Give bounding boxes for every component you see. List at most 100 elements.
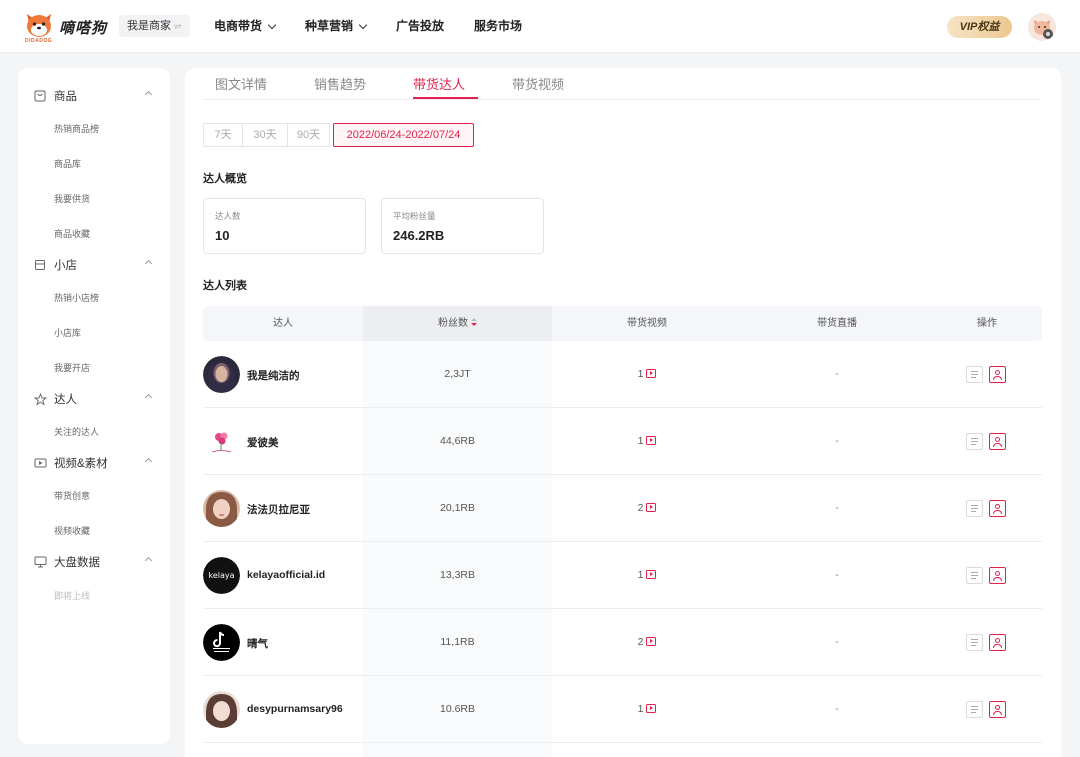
influencer-name[interactable]: desypurnamsary96	[247, 703, 343, 715]
fans-count: 20,1RB	[439, 502, 476, 514]
follow-user-icon[interactable]	[989, 634, 1006, 651]
chevron-down-icon	[358, 20, 368, 29]
video-count[interactable]: 1	[552, 569, 742, 581]
chevron-up-icon	[144, 393, 153, 402]
brand-subtitle: DIDADOG	[25, 38, 53, 44]
play-icon	[646, 368, 657, 378]
sidebar-group-market-data[interactable]: 大盘数据	[33, 552, 163, 572]
table-row[interactable]: desypurnamsary96 10.6RB 1 -	[203, 676, 1042, 743]
live-count: -	[835, 636, 839, 648]
detail-icon[interactable]	[966, 366, 983, 383]
row-actions	[966, 366, 1006, 383]
nav-item-ads[interactable]: 广告投放	[396, 0, 444, 53]
row-actions	[966, 500, 1006, 517]
row-actions	[966, 634, 1006, 651]
column-header-live: 带货直播	[817, 318, 857, 329]
dog-logo-icon[interactable]	[24, 10, 54, 40]
detail-icon[interactable]	[966, 634, 983, 651]
influencer-name[interactable]: 爱彼美	[247, 435, 279, 450]
sidebar-group-shop[interactable]: 小店	[33, 255, 163, 275]
video-count[interactable]: 1	[552, 703, 742, 715]
sidebar-item-supply[interactable]: 我要供货	[54, 192, 90, 205]
follow-user-icon[interactable]	[989, 567, 1006, 584]
influencer-name[interactable]: 法法贝拉尼亚	[247, 502, 310, 517]
avatar[interactable]: kelaya	[203, 557, 240, 594]
follow-user-icon[interactable]	[989, 500, 1006, 517]
avatar[interactable]	[203, 356, 240, 393]
role-label: 我是商家	[127, 20, 171, 32]
stat-value: 10	[215, 228, 230, 243]
play-icon	[646, 703, 657, 713]
sidebar-group-influencer[interactable]: 达人	[33, 389, 163, 409]
detail-icon[interactable]	[966, 433, 983, 450]
follow-user-icon[interactable]	[989, 366, 1006, 383]
range-90d-button[interactable]: 90天	[287, 123, 330, 147]
table-row[interactable]: 我是纯洁的 2,3JT 1 -	[203, 341, 1042, 408]
sidebar-item-product-favorites[interactable]: 商品收藏	[54, 227, 90, 240]
live-count: -	[835, 703, 839, 715]
table-body: 我是纯洁的 2,3JT 1 - 爱彼美 44,6RB 1 - 法法贝拉尼亚 20…	[203, 341, 1042, 757]
table-row[interactable]: 法法贝拉尼亚 20,1RB 2 -	[203, 475, 1042, 542]
active-tab-indicator	[413, 97, 478, 99]
avatar[interactable]	[203, 691, 240, 728]
tab-sales-trend[interactable]: 销售趋势	[314, 74, 366, 93]
range-7d-button[interactable]: 7天	[203, 123, 243, 147]
play-icon	[646, 502, 657, 512]
nav-item-ecommerce[interactable]: 电商带货	[214, 0, 277, 53]
sidebar-item-product-library[interactable]: 商品库	[54, 157, 81, 170]
influencer-name[interactable]: 晴气	[247, 636, 268, 651]
detail-icon[interactable]	[966, 500, 983, 517]
stat-label: 平均粉丝量	[393, 211, 436, 221]
detail-icon[interactable]	[966, 701, 983, 718]
nav-item-service-market[interactable]: 服务市场	[474, 0, 522, 53]
video-count[interactable]: 1	[552, 435, 742, 447]
sort-icon[interactable]	[471, 317, 477, 327]
sidebar-item-followed-influencers[interactable]: 关注的达人	[54, 425, 99, 438]
custom-date-range-button[interactable]: 2022/06/24-2022/07/24	[333, 123, 474, 147]
sidebar-item-open-shop[interactable]: 我要开店	[54, 361, 90, 374]
sidebar-item-creatives[interactable]: 带货创意	[54, 489, 90, 502]
live-count: -	[835, 502, 839, 514]
follow-user-icon[interactable]	[989, 433, 1006, 450]
user-avatar[interactable]	[1028, 13, 1056, 41]
stat-value: 246.2RB	[393, 228, 445, 243]
sidebar-item-video-favorites[interactable]: 视频收藏	[54, 524, 90, 537]
chevron-up-icon	[144, 90, 153, 99]
detail-icon[interactable]	[966, 567, 983, 584]
video-count[interactable]: 2	[552, 502, 742, 514]
table-header: 达人 粉丝数 带货视频 带货直播 操作	[203, 306, 1042, 341]
sidebar-item-hot-shops[interactable]: 热销小店榜	[54, 291, 99, 304]
role-switch-button[interactable]: 我是商家 ⇌	[119, 15, 190, 37]
avatar[interactable]	[203, 490, 240, 527]
tab-videos[interactable]: 带货视频	[512, 74, 564, 93]
sidebar-group-video[interactable]: 视频&素材	[33, 453, 163, 473]
video-count[interactable]: 1	[552, 368, 742, 380]
brand-name[interactable]: 嘀嗒狗	[59, 17, 107, 38]
main-panel: 图文详情 销售趋势 带货达人 带货视频 7天 30天 90天 2022/06/2…	[185, 68, 1061, 757]
play-icon	[646, 636, 657, 646]
range-30d-button[interactable]: 30天	[242, 123, 288, 147]
stat-label: 达人数	[215, 211, 241, 221]
follow-user-icon[interactable]	[989, 701, 1006, 718]
sidebar-item-hot-products[interactable]: 热销商品榜	[54, 122, 99, 135]
top-bar: 嘀嗒狗 DIDADOG 我是商家 ⇌ 电商带货 种草营销 广告投放 服务市场 VI…	[0, 0, 1080, 53]
column-header-fans[interactable]: 粉丝数	[363, 306, 552, 341]
influencer-name[interactable]: 我是纯洁的	[247, 368, 300, 383]
avatar[interactable]	[203, 624, 240, 661]
table-row[interactable]: 晴气 11,1RB 2 -	[203, 609, 1042, 676]
column-header-videos: 带货视频	[627, 318, 667, 329]
nav-item-marketing[interactable]: 种草营销	[305, 0, 368, 53]
table-row[interactable]: kelaya kelayaofficial.id 13,3RB 1 -	[203, 542, 1042, 609]
video-count[interactable]: 2	[552, 636, 742, 648]
table-row[interactable]: 爱彼美 44,6RB 1 -	[203, 408, 1042, 475]
play-icon	[646, 435, 657, 445]
sidebar-group-product[interactable]: 商品	[33, 86, 163, 106]
tab-details[interactable]: 图文详情	[215, 74, 267, 93]
tab-influencers[interactable]: 带货达人	[413, 74, 465, 93]
sidebar-item-shop-library[interactable]: 小店库	[54, 326, 81, 339]
avatar[interactable]	[203, 423, 240, 460]
overview-title: 达人概览	[203, 173, 247, 185]
fans-count: 10.6RB	[439, 703, 476, 715]
influencer-name[interactable]: kelayaofficial.id	[247, 569, 325, 581]
vip-benefits-button[interactable]: VIP权益	[947, 16, 1012, 38]
